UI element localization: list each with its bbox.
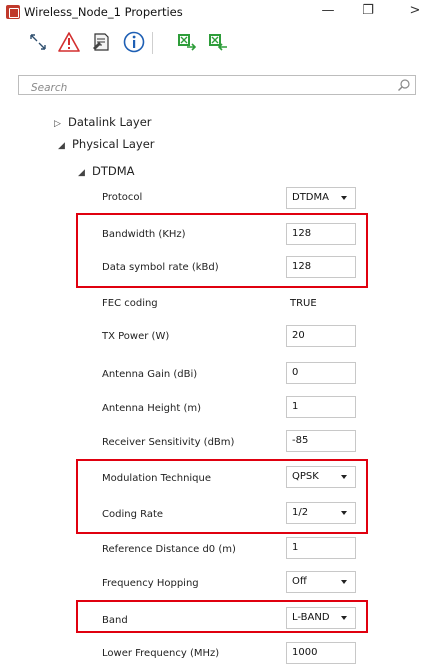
warning-icon bbox=[58, 32, 80, 52]
protocol-label: Protocol bbox=[102, 192, 143, 203]
tree-node-dtdma[interactable]: ◢ DTDMA bbox=[78, 164, 135, 178]
info-icon bbox=[123, 31, 145, 53]
tree-node-physical-layer[interactable]: ◢ Physical Layer bbox=[58, 137, 155, 151]
window-title: Wireless_Node_1 Properties bbox=[24, 5, 183, 19]
protocol-value: DTDMA bbox=[292, 192, 329, 203]
import-excel-button[interactable] bbox=[207, 30, 231, 54]
highlight-box-bandwidth-group bbox=[76, 213, 368, 288]
highlight-box-modulation-group bbox=[76, 459, 368, 534]
app-icon bbox=[6, 5, 20, 19]
antenna-gain-input[interactable]: 0 bbox=[286, 362, 356, 384]
antenna-height-label: Antenna Height (m) bbox=[102, 403, 202, 414]
antenna-gain-label: Antenna Gain (dBi) bbox=[102, 369, 198, 380]
rx-sensitivity-input[interactable]: -85 bbox=[286, 430, 356, 452]
export-excel-icon bbox=[178, 34, 197, 51]
frequency-hopping-value: Off bbox=[292, 576, 307, 587]
tx-power-input[interactable]: 20 bbox=[286, 325, 356, 347]
properties-sheet-icon bbox=[93, 33, 109, 51]
expand-collapse-icon bbox=[30, 34, 46, 50]
highlight-box-band bbox=[76, 600, 368, 633]
chevron-down-icon bbox=[341, 580, 347, 584]
fec-coding-value: TRUE bbox=[290, 298, 317, 309]
chevron-down-icon bbox=[341, 196, 347, 200]
tree-node-label: DTDMA bbox=[92, 164, 135, 178]
search-input[interactable] bbox=[19, 79, 391, 97]
close-button[interactable]: > bbox=[405, 3, 422, 18]
tx-power-label: TX Power (W) bbox=[102, 331, 170, 342]
search-icon[interactable] bbox=[397, 78, 411, 92]
toolbar-separator bbox=[152, 32, 153, 54]
tree-node-label: Datalink Layer bbox=[68, 115, 152, 129]
lower-frequency-label: Lower Frequency (MHz) bbox=[102, 648, 220, 659]
title-bar: Wireless_Node_1 Properties — ❐ > bbox=[0, 0, 422, 24]
tree-node-label: Physical Layer bbox=[72, 137, 155, 151]
minimize-button[interactable]: — bbox=[318, 3, 338, 18]
collapsed-arrow-icon: ▷ bbox=[54, 119, 61, 129]
rx-sensitivity-label: Receiver Sensitivity (dBm) bbox=[102, 437, 235, 448]
frequency-hopping-select[interactable]: Off bbox=[286, 571, 356, 593]
maximize-button[interactable]: ❐ bbox=[358, 3, 378, 18]
fec-coding-label: FEC coding bbox=[102, 298, 158, 309]
tree-node-datalink-layer[interactable]: ▷ Datalink Layer bbox=[54, 115, 152, 129]
properties-sheet-button[interactable] bbox=[89, 30, 113, 54]
lower-frequency-input[interactable]: 1000 bbox=[286, 642, 356, 664]
import-excel-icon bbox=[209, 34, 227, 51]
ref-distance-input[interactable]: 1 bbox=[286, 537, 356, 559]
expanded-arrow-icon: ◢ bbox=[58, 141, 65, 151]
toolbar bbox=[0, 24, 422, 62]
antenna-height-input[interactable]: 1 bbox=[286, 396, 356, 418]
expanded-arrow-icon: ◢ bbox=[78, 168, 85, 178]
warning-button[interactable] bbox=[57, 30, 81, 54]
ref-distance-label: Reference Distance d0 (m) bbox=[102, 544, 236, 555]
search-box bbox=[18, 75, 416, 97]
info-button[interactable] bbox=[122, 30, 146, 54]
frequency-hopping-label: Frequency Hopping bbox=[102, 578, 199, 589]
expand-collapse-button[interactable] bbox=[26, 30, 50, 54]
export-excel-button[interactable] bbox=[176, 30, 200, 54]
protocol-select[interactable]: DTDMA bbox=[286, 187, 356, 209]
